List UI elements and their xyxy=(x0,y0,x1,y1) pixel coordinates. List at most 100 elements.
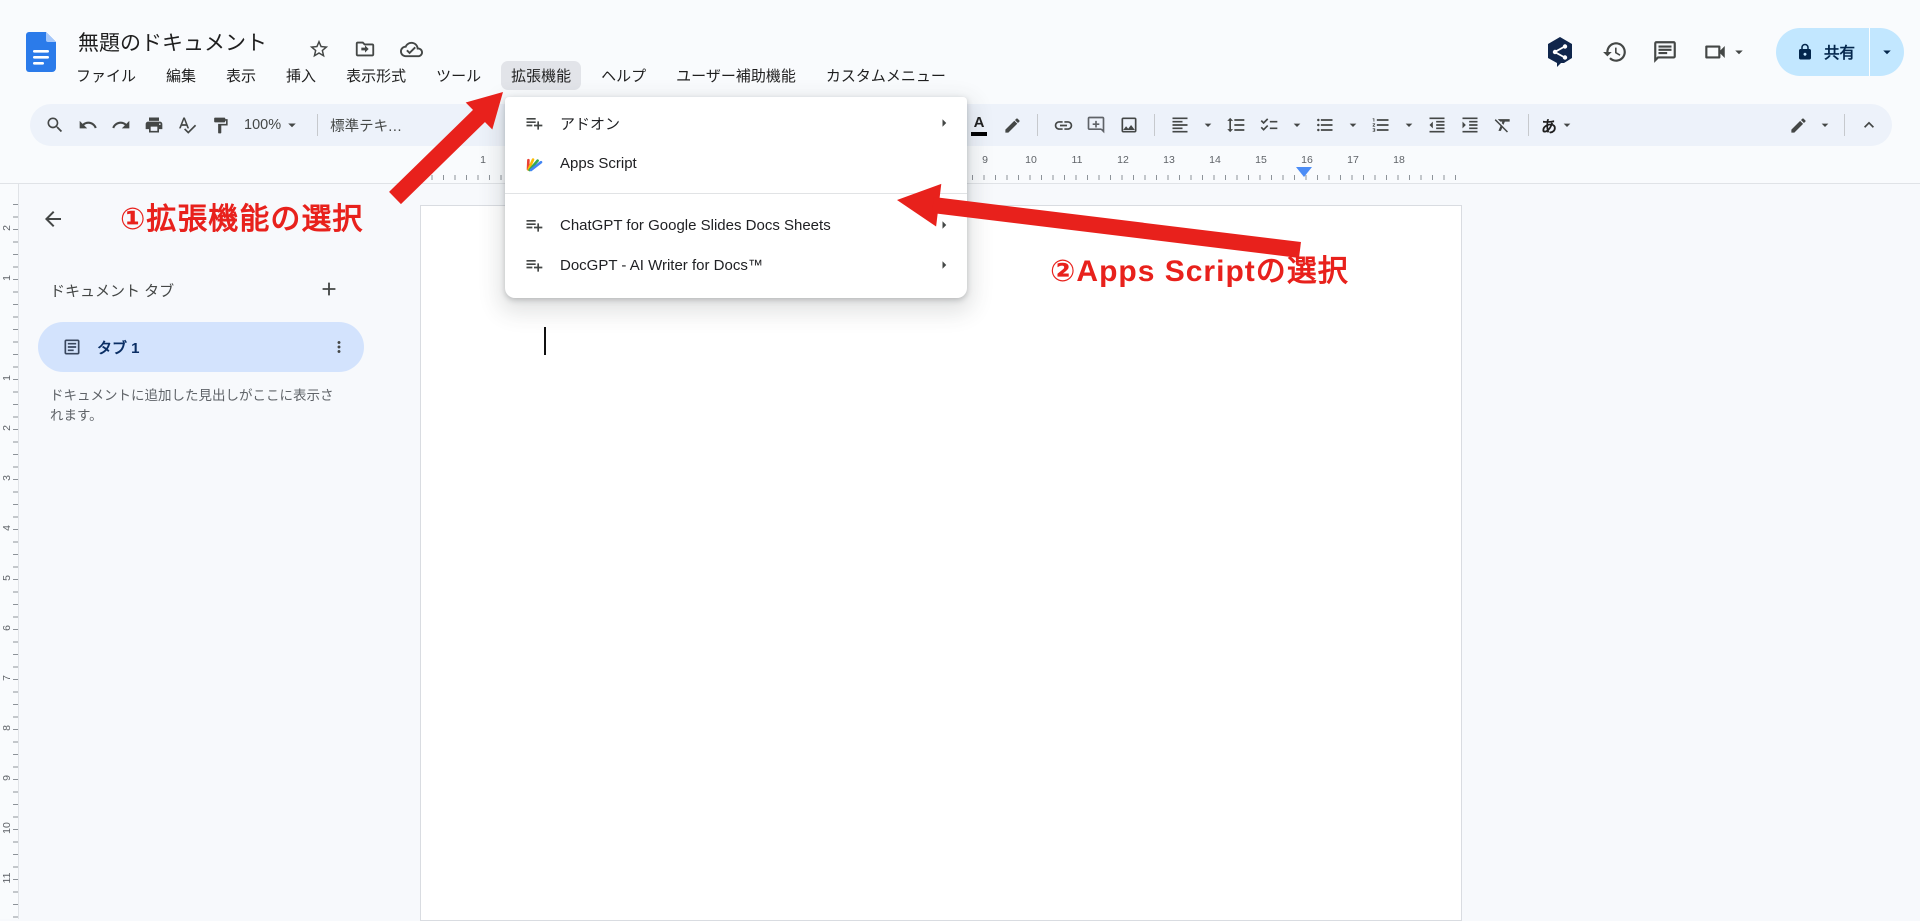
toolbar-divider xyxy=(1154,114,1155,136)
insert-link-icon[interactable] xyxy=(1050,111,1076,139)
vertical-ruler[interactable]: 211234567891011 xyxy=(0,184,19,919)
annotation-step1: ①拡張機能の選択 xyxy=(120,194,363,238)
paint-format-icon[interactable] xyxy=(207,111,233,139)
menu-ファイル[interactable]: ファイル xyxy=(66,61,146,90)
editing-mode-icon[interactable] xyxy=(1785,111,1811,139)
comments-icon[interactable] xyxy=(1652,39,1678,65)
menu-item-DocGPT - AI Writer for Docs™[interactable]: DocGPT - AI Writer for Docs™ xyxy=(505,245,967,285)
extensions-dropdown: アドオン Apps Script ChatGPT for Google Slides… xyxy=(505,97,967,298)
menu-カスタムメニュー[interactable]: カスタムメニュー xyxy=(816,61,956,90)
bulleted-list-icon[interactable] xyxy=(1312,111,1338,139)
h-ruler-number: 1 xyxy=(480,154,486,166)
menu-divider xyxy=(505,193,967,194)
bulleted-list-caret-icon[interactable] xyxy=(1345,117,1361,133)
redo-icon[interactable] xyxy=(108,111,134,139)
menu-item-アドオン[interactable]: アドオン xyxy=(505,103,967,143)
menu-ツール[interactable]: ツール xyxy=(426,61,491,90)
menu-item-Apps Script[interactable]: Apps Script xyxy=(505,143,967,183)
h-ruler-number: 18 xyxy=(1393,154,1405,166)
addon-icon xyxy=(523,255,545,275)
h-ruler-number: 17 xyxy=(1347,154,1359,166)
input-tools-icon[interactable]: あ xyxy=(1541,111,1575,139)
meet-caret-icon[interactable] xyxy=(1730,43,1748,61)
back-arrow-icon xyxy=(41,207,65,231)
search-menus-icon[interactable] xyxy=(42,111,68,139)
share-main-button[interactable]: 共有 xyxy=(1776,28,1869,76)
h-ruler-number: 13 xyxy=(1163,154,1175,166)
h-ruler-number: 2 xyxy=(434,154,440,166)
v-ruler-number: 7 xyxy=(1,669,13,687)
v-ruler-number: 4 xyxy=(1,519,13,537)
document-page[interactable] xyxy=(420,205,1462,921)
tab-item[interactable]: タブ 1 xyxy=(38,322,364,372)
menu-item-label: DocGPT - AI Writer for Docs™ xyxy=(560,257,920,274)
share-button: 共有 xyxy=(1776,28,1904,76)
numbered-list-icon[interactable] xyxy=(1368,111,1394,139)
undo-icon[interactable] xyxy=(75,111,101,139)
editing-mode-caret-icon[interactable] xyxy=(1817,117,1833,133)
close-tabs-panel-button[interactable] xyxy=(36,202,70,236)
text-cursor xyxy=(544,327,546,355)
decrease-indent-icon[interactable] xyxy=(1424,111,1450,139)
spellcheck-icon[interactable] xyxy=(174,111,200,139)
vertical-ruler-ticks xyxy=(13,204,18,919)
addon-icon xyxy=(523,215,545,235)
submenu-arrow-icon xyxy=(935,256,953,274)
highlight-color-icon[interactable] xyxy=(999,111,1025,139)
text-color-icon[interactable]: A xyxy=(966,111,992,139)
menu-表示形式[interactable]: 表示形式 xyxy=(336,61,416,90)
zoom-value: 100% xyxy=(244,117,281,133)
document-title[interactable]: 無題のドキュメント xyxy=(78,27,267,57)
menu-item-label: ChatGPT for Google Slides Docs Sheets xyxy=(560,217,920,234)
increase-indent-icon[interactable] xyxy=(1457,111,1483,139)
toolbar-divider xyxy=(317,114,318,136)
menu-編集[interactable]: 編集 xyxy=(156,61,206,90)
version-history-icon[interactable] xyxy=(1602,39,1628,65)
cloud-saved-icon[interactable] xyxy=(398,36,424,62)
checklist-icon[interactable] xyxy=(1256,111,1282,139)
menu-item-label: Apps Script xyxy=(560,155,953,172)
v-ruler-number: 1 xyxy=(1,269,13,287)
share-caret-icon[interactable] xyxy=(1870,28,1904,76)
paragraph-style-select[interactable]: 標準テキスト xyxy=(330,115,406,136)
toolbar-divider xyxy=(1528,114,1529,136)
line-spacing-icon[interactable] xyxy=(1223,111,1249,139)
align-caret-icon[interactable] xyxy=(1200,117,1216,133)
zoom-select[interactable]: 100% xyxy=(240,116,305,134)
add-comment-icon[interactable] xyxy=(1083,111,1109,139)
menu-ユーザー補助機能[interactable]: ユーザー補助機能 xyxy=(666,61,806,90)
hexagon-extension-icon[interactable] xyxy=(1542,34,1578,70)
menu-ヘルプ[interactable]: ヘルプ xyxy=(591,61,656,90)
move-folder-icon[interactable] xyxy=(352,36,378,62)
docs-logo-icon[interactable] xyxy=(26,32,56,72)
apps-script-icon xyxy=(523,153,545,173)
h-ruler-number: 9 xyxy=(982,154,988,166)
numbered-list-caret-icon[interactable] xyxy=(1401,117,1417,133)
checklist-caret-icon[interactable] xyxy=(1289,117,1305,133)
indent-marker[interactable] xyxy=(1296,167,1312,177)
add-tab-button[interactable] xyxy=(314,274,344,304)
meet-video-icon[interactable] xyxy=(1702,39,1728,65)
menu-item-ChatGPT for Google Slides Docs Sheets[interactable]: ChatGPT for Google Slides Docs Sheets xyxy=(505,205,967,245)
hide-menus-icon[interactable] xyxy=(1856,111,1882,139)
insert-image-icon[interactable] xyxy=(1116,111,1142,139)
v-ruler-number: 2 xyxy=(1,219,13,237)
v-ruler-number: 10 xyxy=(1,819,13,837)
tabs-panel-title: ドキュメント タブ xyxy=(50,280,174,301)
tab-label: タブ 1 xyxy=(97,337,315,358)
clear-formatting-icon[interactable] xyxy=(1490,111,1516,139)
v-ruler-number: 6 xyxy=(1,619,13,637)
menu-挿入[interactable]: 挿入 xyxy=(276,61,326,90)
menu-拡張機能[interactable]: 拡張機能 xyxy=(501,61,581,90)
h-ruler-number: 10 xyxy=(1025,154,1037,166)
print-icon[interactable] xyxy=(141,111,167,139)
tab-more-icon[interactable] xyxy=(330,338,348,356)
h-ruler-number: 15 xyxy=(1255,154,1267,166)
v-ruler-number: 2 xyxy=(1,419,13,437)
zoom-caret-icon xyxy=(283,116,301,134)
align-icon[interactable] xyxy=(1167,111,1193,139)
star-icon[interactable] xyxy=(306,36,332,62)
menu-表示[interactable]: 表示 xyxy=(216,61,266,90)
v-ruler-number: 5 xyxy=(1,569,13,587)
submenu-arrow-icon xyxy=(935,216,953,234)
